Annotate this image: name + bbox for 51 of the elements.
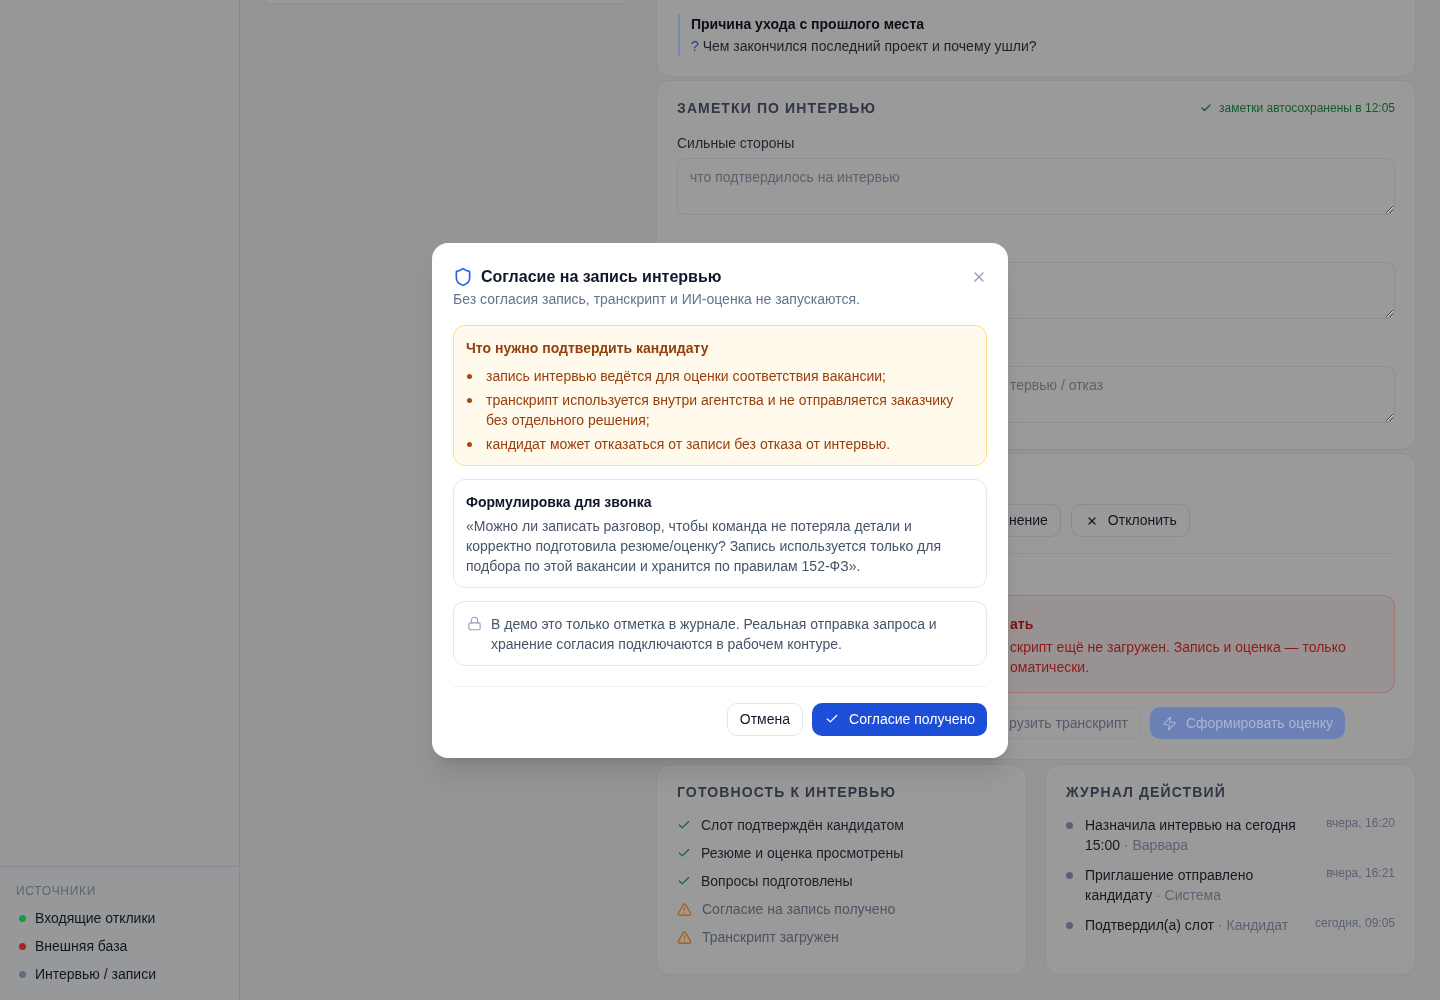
cancel-button[interactable]: Отмена — [726, 702, 803, 736]
list-item-text: кандидат может отказаться от записи без отказа от интервью. — [486, 434, 891, 454]
note-text: В демо это только отметка в журнале. Реальная отправка запроса и хранение согласия подключаются в рабочем контуре. — [491, 614, 938, 654]
autosave-status: заметки автосохранены в 12:05 — [1219, 100, 1395, 116]
textarea[interactable]: что подтвердилось на интервью — [677, 158, 1395, 215]
bullet-icon — [467, 397, 472, 403]
confirm-button[interactable]: Согласие получено — [812, 702, 987, 736]
alert-title: ать — [1010, 615, 1035, 634]
shield-icon — [453, 266, 473, 287]
timestamp: сегодня, 09:05 — [1314, 915, 1395, 931]
dialog-title: Согласие на запись интервью — [481, 266, 722, 287]
checklist-text: Слот подтверждён кандидатом — [701, 816, 904, 835]
sidebar-item[interactable]: Интервью / записи — [16, 964, 223, 984]
section-title: ЖУРНАЛ ДЕЙСТВИЙ — [1066, 784, 1227, 800]
bullet-icon — [1066, 872, 1073, 879]
section-title: ИСТОЧНИКИ — [16, 883, 98, 899]
box-title: Что нужно подтвердить кандидату — [466, 338, 710, 358]
lightning-icon — [1161, 715, 1177, 731]
script-text: «Можно ли записать разговор, чтобы команда не потеряла детали и корректно подготовила резюме/оценку? Запись используется только для подбора по этой вакансии и хранится по правилам 152-ФЗ». — [466, 516, 943, 576]
question-title: Причина ухода с прошлого места — [691, 15, 926, 34]
card-title: Формулировка для звонка — [466, 492, 653, 512]
field-label: Сильные стороны — [677, 134, 796, 153]
bullet-icon — [467, 441, 472, 447]
checklist-text: Резюме и оценка просмотрены — [701, 844, 904, 863]
journal-entry: Приглашение отправлено кандидату · Система — [1085, 866, 1255, 905]
lock-icon — [467, 615, 482, 631]
section-title: ГОТОВНОСТЬ К ИНТЕРВЬЮ — [677, 784, 898, 800]
journal-entry: Назначила интервью на сегодня 15:00 · Варвара — [1085, 816, 1297, 855]
sidebar-item[interactable]: Внешняя база — [16, 936, 223, 956]
check-icon — [825, 712, 839, 726]
journal-entry: Подтвердил(а) слот · Кандидат — [1085, 916, 1290, 935]
textarea[interactable]: тервью / отказ — [1008, 366, 1395, 423]
alert-text: оматически. — [1010, 658, 1091, 677]
timestamp: вчера, 16:21 — [1326, 865, 1395, 881]
section-title: ЗАМЕТКИ ПО ИНТЕРВЬЮ — [677, 100, 877, 116]
bullet-icon — [467, 373, 472, 379]
reject-button[interactable]: Отклонить — [1070, 504, 1190, 537]
dialog-subtitle: Без согласия запись, транскрипт и ИИ-оценка не запускаются. — [453, 289, 861, 309]
sidebar-item[interactable]: Входящие отклики — [16, 908, 223, 928]
checklist-text: Согласие на запись получено — [702, 900, 896, 919]
bullet-icon — [1066, 822, 1073, 829]
question-text: ? Чем закончился последний проект и почему ушли? — [691, 37, 1038, 56]
checklist-text: Транскрипт загружен — [702, 928, 839, 947]
check-icon — [1200, 102, 1213, 114]
alert-text: скрипт ещё не загружен. Запись и оценка — только — [1010, 638, 1347, 657]
timestamp: вчера, 16:20 — [1326, 815, 1395, 831]
checklist-text: Вопросы подготовлены — [701, 872, 853, 891]
list-item-text: запись интервью ведётся для оценки соответствия вакансии; — [486, 366, 886, 386]
bullet-icon — [1066, 922, 1073, 929]
action-button[interactable]: нение — [1008, 504, 1061, 537]
list-item-text: транскрипт используется внутри агентства и не отправляется заказчику без отдельного решения; — [486, 390, 955, 430]
